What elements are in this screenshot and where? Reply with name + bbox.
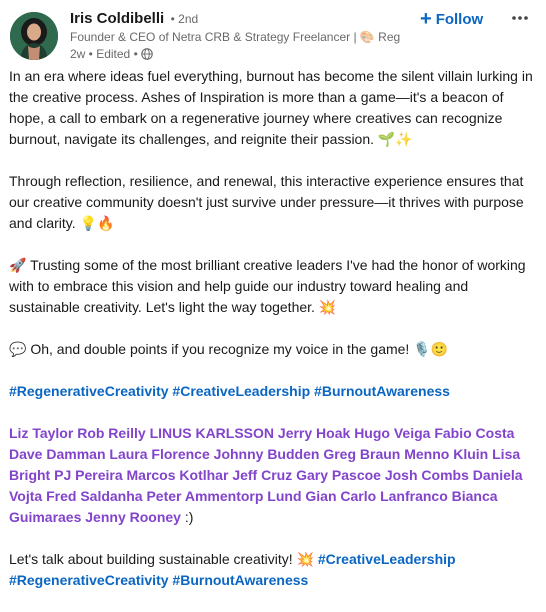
post-time: 2w • Edited • bbox=[70, 47, 138, 61]
paragraph-intro: In an era where ideas fuel everything, b… bbox=[9, 68, 533, 147]
hashtag-link[interactable]: #RegenerativeCreativity bbox=[9, 572, 169, 588]
ellipsis-icon bbox=[512, 16, 528, 20]
mention-link[interactable]: Gary Pascoe bbox=[296, 467, 381, 483]
plus-icon: + bbox=[420, 8, 432, 30]
post-meta: 2w • Edited • bbox=[70, 47, 153, 61]
mention-link[interactable]: Greg Braun bbox=[323, 446, 400, 462]
mention-link[interactable]: Fred Saldanha bbox=[46, 488, 142, 504]
avatar[interactable] bbox=[10, 12, 58, 60]
connection-degree: • 2nd bbox=[170, 12, 199, 26]
closing-text: Let's talk about building sustainable cr… bbox=[9, 551, 318, 567]
author-name-line: Iris Coldibelli • 2nd bbox=[70, 10, 198, 28]
follow-button[interactable]: + Follow bbox=[420, 8, 483, 30]
hashtag-link[interactable]: #RegenerativeCreativity bbox=[9, 383, 169, 399]
mention-link[interactable]: Jerry Hoak bbox=[278, 425, 350, 441]
mention-link[interactable]: Laura Florence bbox=[109, 446, 209, 462]
hashtag-link[interactable]: #BurnoutAwareness bbox=[172, 572, 308, 588]
closing-paragraph: Let's talk about building sustainable cr… bbox=[9, 549, 537, 591]
mention-link[interactable]: Peter Ammentorp Lund bbox=[146, 488, 301, 504]
mention-link[interactable]: Hugo Veiga bbox=[354, 425, 430, 441]
post-body: In an era where ideas fuel everything, b… bbox=[9, 66, 537, 612]
paragraph-leaders: 🚀 Trusting some of the most brilliant cr… bbox=[9, 257, 526, 315]
mention-link[interactable]: Marcos Kotlhar bbox=[127, 467, 229, 483]
mention-link[interactable]: LINUS KARLSSON bbox=[150, 425, 274, 441]
author-name[interactable]: Iris Coldibelli bbox=[70, 10, 164, 27]
author-headline: Founder & CEO of Netra CRB & Strategy Fr… bbox=[70, 30, 400, 44]
hashtag-link[interactable]: #CreativeLeadership bbox=[318, 551, 456, 567]
paragraph-reflection: Through reflection, resilience, and rene… bbox=[9, 173, 524, 231]
mention-link[interactable]: Jenny Rooney bbox=[85, 509, 181, 525]
mention-link[interactable]: Dave Damman bbox=[9, 446, 106, 462]
mention-link[interactable]: Johnny Budden bbox=[214, 446, 320, 462]
follow-label: Follow bbox=[435, 10, 484, 28]
paragraph-voice: 💬 Oh, and double points if you recognize… bbox=[9, 341, 449, 357]
hashtag-link[interactable]: #BurnoutAwareness bbox=[314, 383, 450, 399]
mention-list: Liz Taylor Rob Reilly LINUS KARLSSON Jer… bbox=[9, 423, 537, 528]
profile-photo bbox=[10, 12, 58, 60]
hashtag-list: #RegenerativeCreativity #CreativeLeaders… bbox=[9, 381, 537, 402]
mention-link[interactable]: Liz Taylor bbox=[9, 425, 73, 441]
linkedin-post: Iris Coldibelli • 2nd Founder & CEO of N… bbox=[0, 0, 546, 588]
more-options-button[interactable] bbox=[507, 8, 533, 28]
mentions-suffix: :) bbox=[180, 509, 194, 525]
mention-link[interactable]: Josh Combs bbox=[385, 467, 469, 483]
mention-link[interactable]: Rob Reilly bbox=[77, 425, 145, 441]
mention-link[interactable]: Jeff Cruz bbox=[232, 467, 292, 483]
mention-link[interactable]: PJ Pereira bbox=[54, 467, 123, 483]
mention-link[interactable]: Gian Carlo Lanfranco bbox=[305, 488, 447, 504]
mention-link[interactable]: Fabio Costa bbox=[434, 425, 514, 441]
mention-link[interactable]: Menno Kluin bbox=[404, 446, 488, 462]
hashtag-link[interactable]: #CreativeLeadership bbox=[172, 383, 310, 399]
globe-icon bbox=[141, 48, 153, 60]
